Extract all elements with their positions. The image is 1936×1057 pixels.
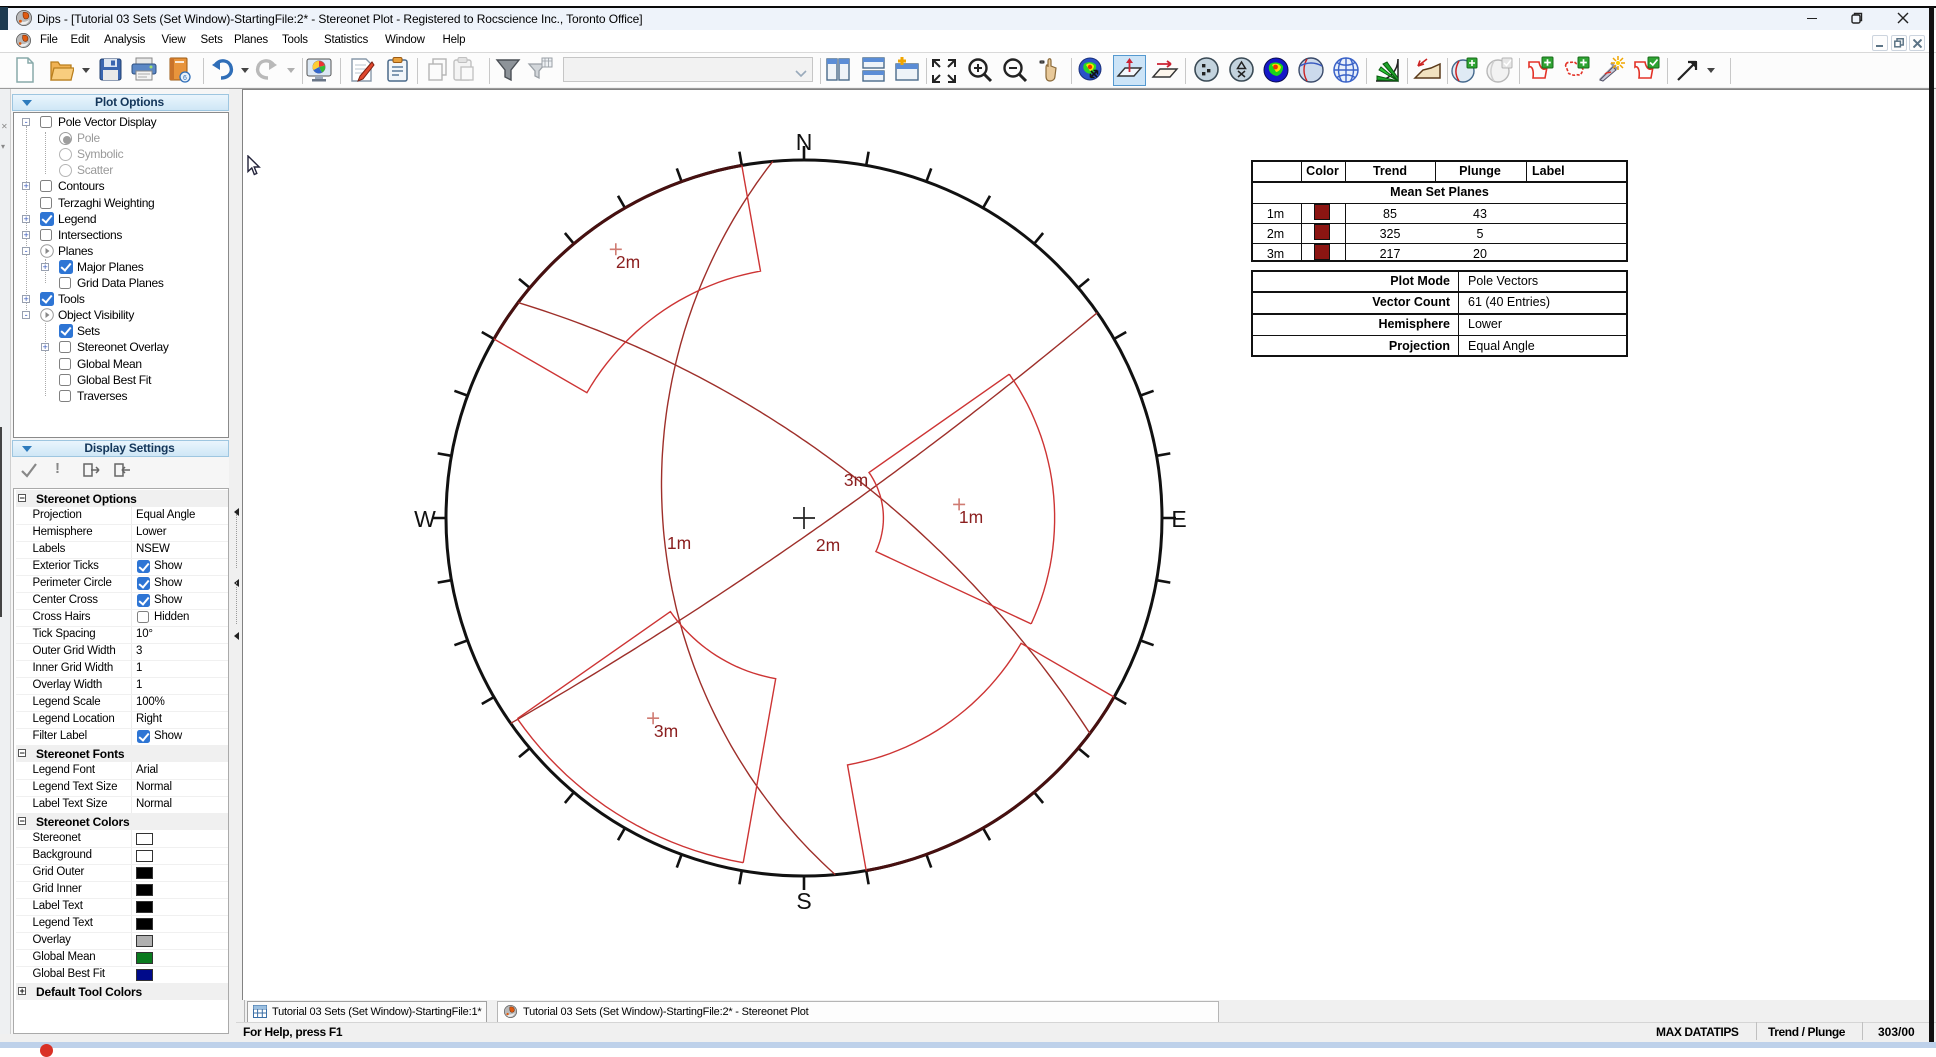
svg-text:6: 6: [183, 75, 187, 82]
